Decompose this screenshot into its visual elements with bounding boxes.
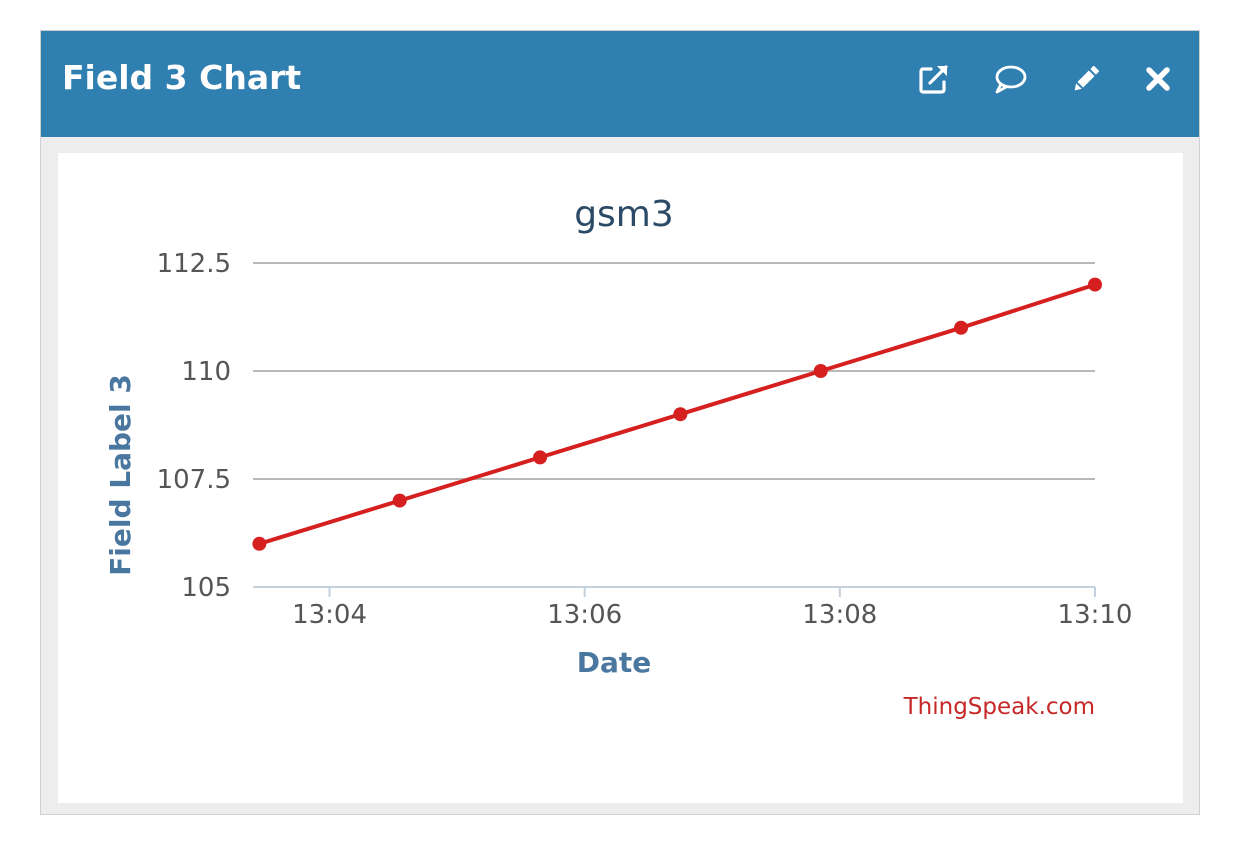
data-point xyxy=(954,320,969,335)
x-tick-label: 13:08 xyxy=(802,600,877,630)
close-button[interactable] xyxy=(1138,59,1178,99)
pencil-icon xyxy=(1069,62,1103,96)
chart-widget: Field 3 Chart gsm3 105 107.5 110 112.5 1… xyxy=(40,30,1200,815)
chart-panel: gsm3 105 107.5 110 112.5 13:04 13:06 13:08 13:10… xyxy=(58,153,1183,803)
comment-button[interactable] xyxy=(990,59,1030,99)
chart-credit: ThingSpeak.com xyxy=(903,694,1095,720)
y-tick-label: 110 xyxy=(181,357,231,387)
x-tick-label: 13:06 xyxy=(547,600,622,630)
x-tick-label: 13:04 xyxy=(292,600,367,630)
close-icon xyxy=(1143,64,1173,94)
open-external-icon xyxy=(917,62,951,96)
data-point xyxy=(392,493,407,508)
comment-icon xyxy=(992,62,1028,96)
data-point xyxy=(673,407,688,422)
open-external-button[interactable] xyxy=(914,59,954,99)
data-point xyxy=(252,536,267,551)
edit-button[interactable] xyxy=(1066,59,1106,99)
x-axis-title: Date xyxy=(577,646,652,679)
data-point xyxy=(533,450,548,465)
widget-title: Field 3 Chart xyxy=(62,58,302,97)
data-point xyxy=(1088,277,1102,292)
line-chart: gsm3 105 107.5 110 112.5 13:04 13:06 13:08 13:10… xyxy=(104,194,1133,720)
y-tick-label: 107.5 xyxy=(157,465,231,495)
x-tick-label: 13:10 xyxy=(1058,600,1133,630)
data-point xyxy=(813,364,828,378)
chart-title: gsm3 xyxy=(574,194,674,235)
y-tick-label: 112.5 xyxy=(157,249,231,279)
y-axis-title: Field Label 3 xyxy=(104,374,137,576)
y-tick-label: 105 xyxy=(181,573,231,603)
widget-header: Field 3 Chart xyxy=(41,31,1199,137)
